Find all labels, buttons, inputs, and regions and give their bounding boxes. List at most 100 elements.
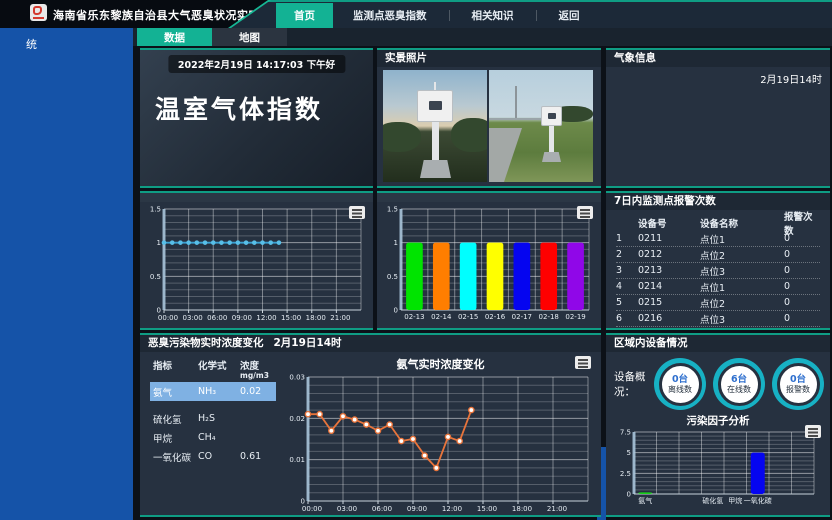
chart-menu-icon[interactable] bbox=[577, 206, 593, 219]
svg-text:氨气: 氨气 bbox=[638, 496, 652, 505]
indicator-name: 氨气 bbox=[150, 385, 198, 399]
row-index: 3 bbox=[616, 265, 638, 276]
svg-text:0: 0 bbox=[627, 491, 631, 499]
row-index: 1 bbox=[616, 233, 638, 244]
tab-data[interactable]: 数据 bbox=[137, 28, 212, 46]
svg-text:1.5: 1.5 bbox=[150, 206, 161, 214]
trees-decoration bbox=[451, 118, 487, 152]
chart-menu-icon[interactable] bbox=[805, 425, 821, 438]
greenhouse-index-chart[interactable]: 00.511.500:0003:0006:0009:0012:0015:0018… bbox=[140, 202, 373, 328]
offline-count: 0台 bbox=[672, 374, 688, 385]
path-decoration bbox=[489, 128, 549, 182]
device-name: 点位3 bbox=[700, 312, 784, 326]
svg-text:硫化氢: 硫化氢 bbox=[702, 496, 723, 505]
table-row: 3 0213 点位3 0 bbox=[616, 263, 820, 279]
alarm-count-badge: 0台 报警数 bbox=[772, 358, 824, 410]
online-count: 6台 bbox=[731, 374, 747, 385]
view-tabs: 数据 地图 bbox=[133, 28, 832, 46]
device-name: 点位3 bbox=[700, 264, 784, 278]
svg-text:02-15: 02-15 bbox=[458, 313, 478, 321]
svg-text:18:00: 18:00 bbox=[306, 314, 326, 322]
column-concentration: 浓度 mg/m3 bbox=[240, 358, 276, 379]
indicator-name: 甲烷 bbox=[150, 431, 198, 445]
alarm-panel-title: 7日内监测点报警次数 bbox=[614, 193, 716, 210]
pollutant-row-h2s[interactable]: 硫化氢 H₂S bbox=[150, 410, 276, 427]
column-indicator: 指标 bbox=[150, 358, 198, 372]
fence-decoration bbox=[489, 118, 547, 120]
pollutant-table-header: 指标 化学式 浓度 mg/m3 bbox=[150, 358, 276, 380]
alarm-count: 0 bbox=[784, 281, 820, 292]
svg-text:15:00: 15:00 bbox=[477, 505, 497, 513]
row-index: 6 bbox=[616, 313, 638, 324]
svg-text:21:00: 21:00 bbox=[547, 505, 567, 513]
svg-text:02-16: 02-16 bbox=[485, 313, 506, 321]
device-id: 0214 bbox=[638, 281, 700, 292]
offline-count-badge: 0台 离线数 bbox=[654, 358, 706, 410]
table-row: 6 0216 点位3 0 bbox=[616, 311, 820, 327]
monitor-device-cabinet bbox=[417, 90, 453, 122]
column-formula: 化学式 bbox=[198, 358, 240, 372]
pollutant-row-ammonia[interactable]: 氨气 NH₃ 0.02 bbox=[150, 382, 276, 401]
greenhouse-gas-headline: 温室气体指数 bbox=[155, 90, 323, 126]
nav-item-odor-index[interactable]: 监测点恶臭指数 bbox=[339, 4, 441, 27]
logo-underline bbox=[33, 17, 44, 19]
table-row: 1 0211 点位1 0 bbox=[616, 231, 820, 247]
daily-index-chart[interactable]: 00.511.502-1302-1402-1502-1602-1702-1802… bbox=[377, 202, 601, 328]
svg-text:0.5: 0.5 bbox=[150, 273, 161, 281]
svg-text:03:00: 03:00 bbox=[183, 314, 203, 322]
svg-text:0.02: 0.02 bbox=[289, 415, 305, 423]
nav-item-home[interactable]: 首页 bbox=[276, 3, 333, 28]
svg-text:甲烷: 甲烷 bbox=[728, 496, 742, 505]
chart-menu-icon[interactable] bbox=[575, 356, 591, 369]
pollutant-row-co[interactable]: 一氧化碳 CO 0.61 bbox=[150, 448, 276, 465]
alarm-count: 0 bbox=[784, 313, 820, 324]
row-index: 2 bbox=[616, 249, 638, 260]
dashboard-screen: 海南省乐东黎族自治县大气恶臭状况实时发布系 首页 监测点恶臭指数 相关知识 返回… bbox=[0, 0, 832, 520]
device-name: 点位1 bbox=[700, 280, 784, 294]
row-index: 5 bbox=[616, 297, 638, 308]
logo-glyph bbox=[33, 6, 42, 15]
pollutant-panel-title: 恶臭污染物实时浓度变化 bbox=[148, 335, 264, 352]
sidebar-label: 统 bbox=[26, 36, 37, 52]
device-id: 0215 bbox=[638, 297, 700, 308]
datetime-display: 2022年2月19日 14:17:03 下午好 bbox=[168, 55, 345, 73]
chart-menu-icon[interactable] bbox=[349, 206, 365, 219]
device-id: 0213 bbox=[638, 265, 700, 276]
photos-panel: 实景照片 bbox=[377, 48, 601, 188]
ammonia-trend-chart[interactable]: 00.010.020.0300:0003:0006:0009:0012:0015… bbox=[280, 372, 601, 518]
indicator-name: 硫化氢 bbox=[150, 412, 198, 426]
svg-text:02-14: 02-14 bbox=[431, 313, 452, 321]
concentration-value: 0.02 bbox=[240, 386, 276, 397]
tab-map[interactable]: 地图 bbox=[212, 28, 287, 46]
column-device-name: 设备名称 bbox=[700, 216, 784, 230]
svg-text:09:00: 09:00 bbox=[407, 505, 427, 513]
table-row: 5 0215 点位2 0 bbox=[616, 295, 820, 311]
svg-text:1: 1 bbox=[394, 239, 398, 247]
pollutant-panel-timestamp: 2月19日14时 bbox=[274, 335, 342, 352]
svg-text:06:00: 06:00 bbox=[372, 505, 392, 513]
alarm-label: 报警数 bbox=[786, 385, 810, 394]
device-name: 点位2 bbox=[700, 248, 784, 262]
alarm-count: 0 bbox=[784, 297, 820, 308]
device-id: 0211 bbox=[638, 233, 700, 244]
svg-text:18:00: 18:00 bbox=[512, 505, 532, 513]
monitor-device-base bbox=[420, 160, 451, 178]
column-device-id: 设备号 bbox=[638, 216, 700, 230]
nav-divider bbox=[449, 10, 450, 21]
svg-text:00:00: 00:00 bbox=[302, 505, 322, 513]
nav-item-back[interactable]: 返回 bbox=[545, 4, 594, 27]
pollution-factor-chart[interactable]: 02.557.5氨气硫化氢甲烷一氧化碳 bbox=[610, 428, 830, 510]
svg-text:5: 5 bbox=[627, 449, 631, 457]
pollutant-row-ch4[interactable]: 甲烷 CH₄ bbox=[150, 429, 276, 446]
trees-decoration bbox=[383, 122, 421, 152]
device-overview: 设备概况： 0台 离线数 6台 在线数 0台 报警数 bbox=[606, 352, 830, 410]
alarm-count: 0 bbox=[784, 265, 820, 276]
svg-text:03:00: 03:00 bbox=[337, 505, 357, 513]
table-row: 4 0214 点位1 0 bbox=[616, 279, 820, 295]
weather-panel-title: 气象信息 bbox=[614, 50, 656, 67]
svg-text:0.03: 0.03 bbox=[289, 374, 305, 382]
photo-gallery bbox=[377, 67, 601, 185]
svg-text:一氧化碳: 一氧化碳 bbox=[744, 496, 772, 505]
svg-text:1: 1 bbox=[157, 239, 161, 247]
nav-item-knowledge[interactable]: 相关知识 bbox=[458, 4, 528, 27]
